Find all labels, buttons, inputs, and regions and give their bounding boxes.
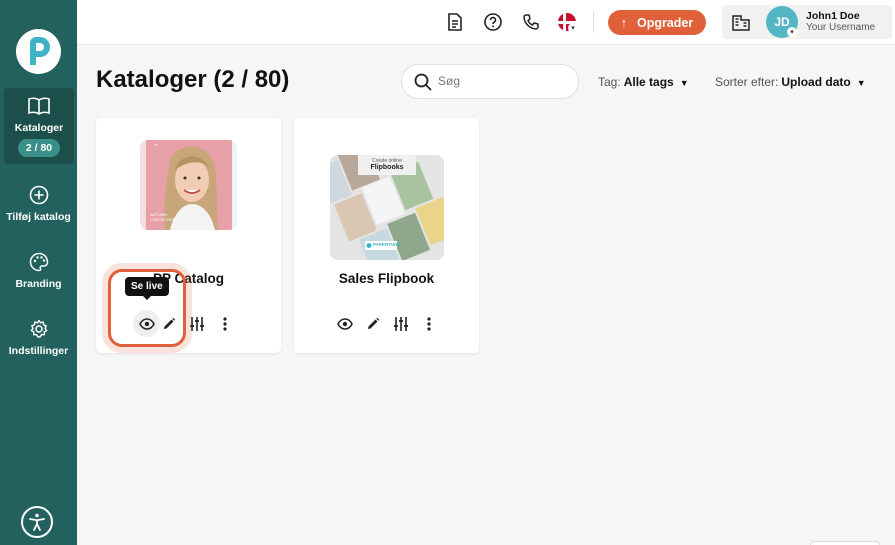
- accessibility-icon: [29, 513, 45, 531]
- sidebar-item-label: Kataloger: [14, 122, 64, 134]
- document-icon[interactable]: [445, 12, 465, 32]
- cover-heading-line2: Flipbooks: [370, 164, 404, 171]
- tag-filter-dropdown[interactable]: Tag: Alle tags ▼: [598, 75, 689, 89]
- sort-value: Upload dato: [781, 75, 851, 89]
- sort-label: Sorter efter:: [715, 75, 779, 89]
- eye-icon: [138, 317, 155, 330]
- logo-mark-icon: [29, 36, 50, 65]
- caret-down-icon: ▼: [679, 78, 689, 88]
- paperturn-logo[interactable]: [16, 29, 61, 74]
- sidebar-item-label: Indstillinger: [8, 345, 69, 357]
- upgrade-label: Opgrader: [636, 15, 694, 30]
- sidebar-item-indstillinger[interactable]: Indstillinger: [0, 319, 77, 357]
- sidebar-item-branding[interactable]: Branding: [0, 252, 77, 290]
- tag-filter-value: Alle tags: [623, 75, 674, 89]
- catalog-title: Sales Flipbook: [338, 271, 435, 286]
- search-input[interactable]: [438, 74, 568, 88]
- eye-icon: [337, 318, 353, 330]
- edit-button[interactable]: [365, 316, 381, 332]
- header-divider: [593, 12, 594, 33]
- phone-icon[interactable]: [521, 12, 541, 32]
- sidebar-item-label: Branding: [15, 278, 62, 290]
- more-vertical-icon: [223, 317, 227, 331]
- catalog-count-badge: 2 / 80: [17, 139, 61, 157]
- tag-filter-label: Tag:: [598, 75, 621, 89]
- catalog-thumbnail[interactable]: PP AUTUMN COLLECTION: [140, 140, 237, 230]
- sidebar-item-tilfoj-katalog[interactable]: Tilføj katalog: [0, 185, 77, 223]
- sidebar-item-kataloger[interactable]: Kataloger 2 / 80: [4, 88, 74, 164]
- user-name: John1 Doe: [806, 10, 860, 22]
- catalog-thumbnail[interactable]: Create online Flipbooks PAPERTURN: [330, 155, 444, 260]
- top-header: ▾ ↑ Opgrader JD ▾ John1 Doe Your Usernam…: [77, 0, 895, 45]
- gear-icon: [30, 319, 47, 338]
- chevron-down-icon: ▾: [787, 27, 797, 37]
- svg-text:PP: PP: [154, 143, 158, 147]
- palette-icon: [29, 252, 48, 272]
- cover-brand: PAPERTURN: [373, 242, 401, 247]
- bottom-right-tab: [810, 541, 880, 545]
- arrow-up-icon: ↑: [620, 15, 627, 30]
- more-vertical-icon: [427, 317, 431, 331]
- search-icon: [414, 73, 432, 91]
- pencil-icon: [368, 317, 380, 329]
- sort-dropdown[interactable]: Sorter efter: Upload dato ▼: [715, 75, 866, 89]
- page-title: Kataloger (2 / 80): [96, 66, 290, 93]
- plus-circle-icon: [29, 185, 48, 205]
- sidebar-item-label: Tilføj katalog: [6, 211, 71, 223]
- accessibility-button[interactable]: [21, 506, 53, 538]
- search-box[interactable]: [401, 64, 579, 99]
- user-username: Your Username: [806, 22, 876, 33]
- settings-sliders-button[interactable]: [393, 316, 409, 332]
- help-icon[interactable]: [483, 12, 503, 32]
- upgrade-button[interactable]: ↑ Opgrader: [608, 10, 706, 35]
- settings-sliders-button[interactable]: [189, 316, 205, 332]
- chevron-down-icon: ▾: [568, 23, 578, 33]
- sidebar: Kataloger 2 / 80 Tilføj katalog Branding…: [0, 0, 77, 545]
- view-live-tooltip: Se live: [125, 277, 169, 300]
- book-open-icon: [28, 97, 50, 115]
- caret-down-icon: ▼: [856, 78, 866, 88]
- sliders-icon: [190, 317, 204, 331]
- cover-caption: AUTUMN COLLECTION: [150, 212, 176, 222]
- view-live-button[interactable]: [133, 310, 160, 337]
- more-options-button[interactable]: [217, 316, 233, 332]
- catalog-actions: [337, 315, 437, 333]
- view-live-button[interactable]: [337, 316, 353, 332]
- more-options-button[interactable]: [421, 316, 437, 332]
- company-icon[interactable]: [731, 12, 751, 32]
- sliders-icon: [394, 317, 408, 331]
- catalog-card[interactable]: Create online Flipbooks PAPERTURN Sales …: [294, 118, 479, 353]
